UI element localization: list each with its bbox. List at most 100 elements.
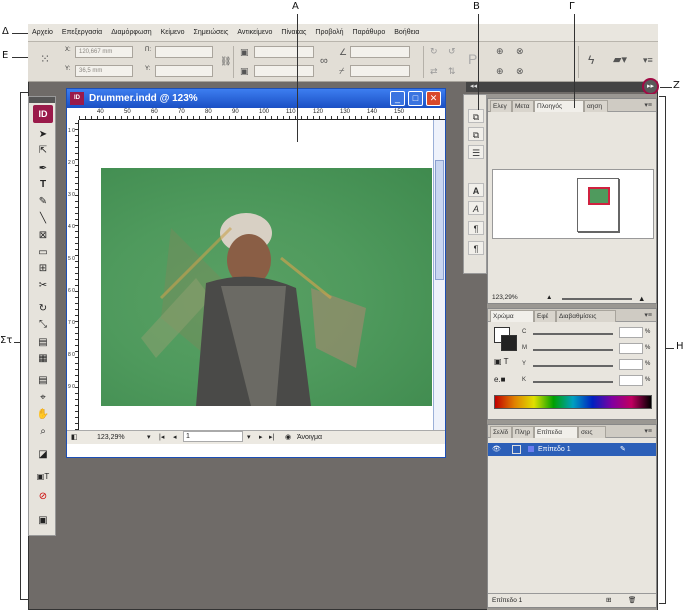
y-field[interactable]: 36,5 mm (75, 65, 133, 77)
menu-file[interactable]: Αρχείο (32, 29, 53, 36)
yellow-field[interactable] (619, 359, 643, 370)
selection-tool-icon[interactable]: ➤ (32, 127, 54, 142)
page-number-field[interactable]: 1 (183, 431, 243, 442)
select-previous-icon[interactable]: ⊗ (516, 46, 524, 56)
rotate-tool-icon[interactable]: ↻ (32, 301, 54, 316)
constrain-proportions-icon[interactable]: ⛓ (220, 56, 231, 66)
menu-edit[interactable]: Επεξεργασία (62, 29, 102, 36)
open-status[interactable]: Άνοιγμα (297, 431, 322, 444)
rectangle-frame-tool-icon[interactable]: ⊠ (32, 228, 54, 243)
rotate-ccw-icon[interactable]: ↺ (448, 46, 456, 56)
flip-vertical-icon[interactable]: ⇅ (448, 66, 456, 76)
panel-menu-icon[interactable]: ▾≡ (644, 101, 652, 109)
rotate-icon[interactable]: ∠ (339, 47, 347, 57)
menu-object[interactable]: Αντικείμενο (237, 29, 272, 36)
type-tool-icon[interactable]: T (32, 177, 54, 192)
menu-window[interactable]: Παράθυρο (353, 29, 386, 36)
link-scale-icon[interactable]: ∞ (320, 56, 328, 67)
black-slider[interactable] (533, 381, 613, 383)
pen-tool-icon[interactable]: ✒ (32, 161, 54, 176)
formatting-affects-icon[interactable]: ▣T (32, 469, 54, 484)
line-tool-icon[interactable]: ╲ (32, 211, 54, 226)
tab-effects[interactable]: Εφέ (534, 310, 556, 322)
direct-selection-tool-icon[interactable]: ⇱ (32, 143, 54, 158)
menu-notes[interactable]: Σημειώσεις (194, 29, 229, 36)
menu-table[interactable]: Πίνακας (281, 29, 306, 36)
lightning-icon[interactable]: ϟ (588, 54, 594, 66)
apply-none-icon[interactable]: ⊘ (32, 489, 54, 504)
pasteboard-toggle-icon[interactable]: ◧ (71, 431, 78, 444)
character-panel-icon[interactable]: A (468, 183, 484, 197)
scale-y-icon[interactable]: ▣ (240, 66, 249, 76)
width-field[interactable] (155, 46, 213, 58)
scale-tool-icon[interactable]: ⤡ (32, 317, 54, 332)
tab-navigator[interactable]: Πλοηγός (534, 100, 584, 112)
drummer-photo[interactable] (101, 168, 432, 406)
minimize-button[interactable]: _ (390, 91, 405, 106)
zoom-tool-icon[interactable]: ⌕ (32, 424, 54, 439)
pencil-tool-icon[interactable]: ✎ (32, 194, 54, 209)
layer-row[interactable]: 👁 Επίπεδο 1 ✎ (488, 443, 656, 456)
reference-point-icon[interactable]: ⁙ (40, 53, 50, 65)
tab-layers[interactable]: Επίπεδα (534, 426, 578, 438)
panel-menu-icon[interactable]: ▾≡ (644, 311, 652, 319)
new-layer-icon[interactable]: ⊞ (606, 594, 611, 607)
flip-horizontal-icon[interactable]: ⇄ (430, 66, 438, 76)
scale-x-field[interactable] (254, 46, 314, 58)
eye-icon[interactable]: 👁 (492, 443, 501, 456)
gradient-feather-tool-icon[interactable]: ▦ (32, 351, 54, 366)
delete-layer-icon[interactable]: 🗑 (628, 594, 636, 607)
screen-mode-icon[interactable]: ▣ (32, 513, 54, 528)
note-tool-icon[interactable]: ▤ (32, 373, 54, 388)
gradient-tool-icon[interactable]: ▤ (32, 335, 54, 350)
tab-metadata[interactable]: Μετα (512, 100, 534, 112)
stroke-panel-icon[interactable]: ☰ (468, 145, 484, 159)
menu-view[interactable]: Προβολή (315, 29, 343, 36)
tab-control[interactable]: Ελεγ (490, 100, 512, 112)
color-ramp[interactable] (494, 395, 652, 409)
control-menu-icon[interactable]: ▾≡ (643, 55, 653, 65)
select-container-icon[interactable]: ⊕ (496, 46, 504, 56)
last-page-icon[interactable]: ▸| (269, 431, 274, 444)
menu-layout[interactable]: Διαμόρφωση (111, 29, 151, 36)
expand-dock-button[interactable]: ▸▸ (642, 78, 659, 95)
yellow-slider[interactable] (533, 365, 613, 367)
menu-help[interactable]: Βοήθεια (394, 29, 419, 36)
color-mode-icon[interactable]: e.■ (494, 375, 506, 384)
magenta-field[interactable] (619, 343, 643, 354)
button-tool-icon[interactable]: ⊞ (32, 261, 54, 276)
vertical-scrollbar[interactable] (433, 120, 445, 430)
shear-field[interactable] (350, 65, 410, 77)
panel-menu-icon[interactable]: ▾≡ (644, 427, 652, 435)
pages-panel-icon[interactable]: ⧉ (468, 109, 484, 123)
layer-name[interactable]: Επίπεδο 1 (538, 443, 571, 456)
next-page-icon[interactable]: ▸ (259, 431, 263, 444)
paragraph-styles-icon[interactable]: ¶ (468, 241, 484, 255)
magenta-slider[interactable] (533, 349, 613, 351)
menu-type[interactable]: Κείμενο (161, 29, 185, 36)
tab-info[interactable]: Πληρ (512, 426, 534, 438)
select-next-icon[interactable]: ⊗ (516, 66, 524, 76)
zoom-dropdown-icon[interactable]: ▾ (147, 431, 151, 444)
scale-y-field[interactable] (254, 65, 314, 77)
previous-page-icon[interactable]: ◂ (173, 431, 177, 444)
fill-stroke-icon[interactable]: ◪ (32, 447, 54, 462)
scale-x-icon[interactable]: ▣ (240, 47, 249, 57)
dock-collapse-arrows-icon[interactable]: ◂◂ (470, 82, 477, 90)
maximize-button[interactable]: □ (408, 91, 423, 106)
tab-gradients[interactable]: Διαβαθμίσεις (556, 310, 616, 322)
zoom-level[interactable]: 123,29% (97, 431, 125, 444)
navigator-preview[interactable] (492, 169, 654, 239)
navigator-view-box[interactable] (588, 187, 610, 205)
tab-info[interactable]: αηση (584, 100, 608, 112)
x-field[interactable]: 120,667 mm (75, 46, 133, 58)
navigator-zoom[interactable]: 123,29% (492, 294, 518, 301)
tab-color[interactable]: Χρώμα (490, 310, 534, 322)
stroke-swatch[interactable] (501, 335, 517, 351)
formatting-container-icon[interactable]: ▣ T (494, 357, 509, 366)
scissors-tool-icon[interactable]: ✂ (32, 278, 54, 293)
close-button[interactable]: ✕ (426, 91, 441, 106)
paragraph-panel-icon[interactable]: ¶ (468, 221, 484, 235)
document-title[interactable]: Drummer.indd @ 123% (67, 89, 445, 108)
zoom-in-icon[interactable]: ▲ (638, 294, 645, 303)
